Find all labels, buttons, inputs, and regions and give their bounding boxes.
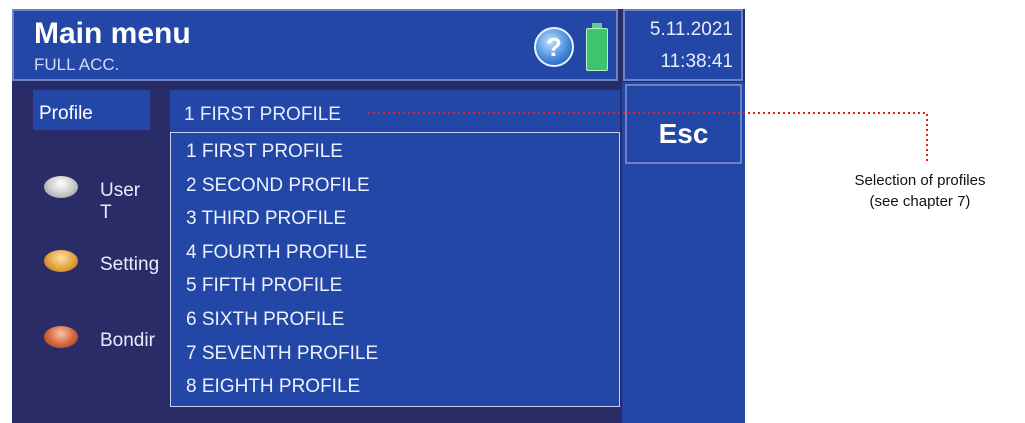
dropdown-option[interactable]: 2 SECOND PROFILE	[186, 175, 370, 197]
button-gold-icon	[44, 250, 78, 272]
time-text: 11:38:41	[660, 51, 733, 72]
callout-line-2: (see chapter 7)	[869, 193, 971, 210]
dropdown-option[interactable]: 7 SEVENTH PROFILE	[186, 343, 378, 365]
datetime-panel: 5.11.2021 11:38:41	[623, 9, 743, 81]
menu-item-label: User T	[100, 180, 141, 223]
help-icon[interactable]: ?	[534, 27, 574, 67]
esc-button[interactable]: Esc	[625, 84, 742, 164]
date-text: 5.11.2021	[649, 19, 733, 40]
access-level: FULL ACC.	[34, 55, 120, 74]
menu-item-label: Bondir	[100, 330, 155, 351]
button-silver-icon	[44, 176, 78, 198]
menu-item-label: Setting	[100, 254, 160, 275]
profile-label: Profile	[33, 90, 150, 130]
callout-text: Selection of profiles (see chapter 7)	[820, 170, 1020, 212]
dropdown-option[interactable]: 5 FIFTH PROFILE	[186, 275, 342, 297]
button-copper-icon	[44, 326, 78, 348]
callout-line-1: Selection of profiles	[854, 172, 986, 189]
dropdown-option[interactable]: 8 EIGHTH PROFILE	[186, 376, 360, 398]
dropdown-option[interactable]: 6 SIXTH PROFILE	[186, 309, 344, 331]
profile-select[interactable]: 1 FIRST PROFILE	[170, 90, 620, 132]
dropdown-option[interactable]: 4 FOURTH PROFILE	[186, 242, 367, 264]
title-bar: Main menu FULL ACC. ?	[12, 9, 618, 81]
profile-dropdown: 1 FIRST PROFILE 2 SECOND PROFILE 3 THIRD…	[170, 132, 620, 407]
page-title: Main menu	[34, 17, 191, 50]
dropdown-option[interactable]: 1 FIRST PROFILE	[186, 141, 343, 163]
dropdown-option[interactable]: 3 THIRD PROFILE	[186, 208, 346, 230]
battery-icon	[586, 23, 608, 71]
